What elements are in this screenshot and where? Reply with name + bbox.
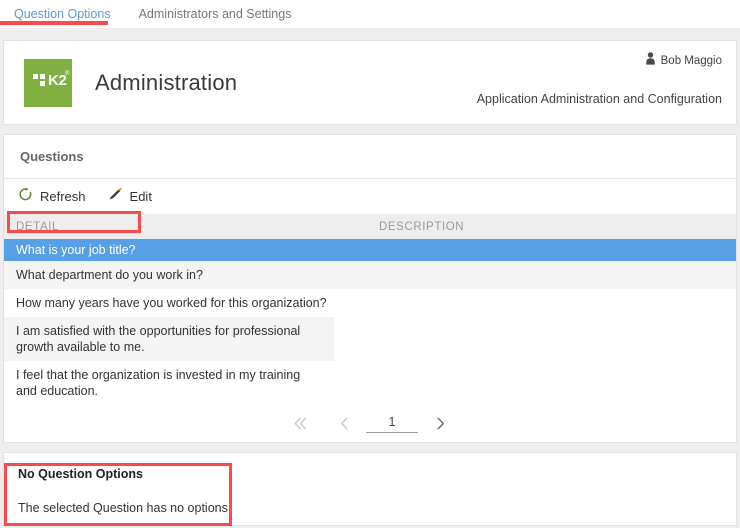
table-row[interactable]: What is your job title? [4, 239, 736, 261]
pagination-page-number[interactable]: 1 [366, 415, 418, 433]
row-detail-text: How many years have you worked for this … [16, 296, 327, 310]
app-header: K2 ® Administration Bob Maggio Applicati… [3, 40, 737, 125]
k2-logo-trademark: ® [65, 70, 70, 77]
page-title: Administration [95, 69, 238, 95]
refresh-button[interactable]: Refresh [18, 186, 86, 207]
table-header-row: DETAIL DESCRIPTION [4, 214, 736, 239]
panel-gap-1 [0, 125, 740, 134]
no-options-title: No Question Options [18, 467, 143, 481]
table-row[interactable]: I feel that the organization is invested… [4, 361, 334, 405]
chevron-right-icon [436, 417, 444, 430]
edit-button[interactable]: Edit [108, 187, 152, 207]
chevron-double-left-icon [294, 417, 306, 430]
user-avatar-icon [645, 51, 656, 70]
no-options-message: The selected Question has no options. [18, 501, 232, 515]
edit-label: Edit [129, 189, 152, 204]
column-header-description[interactable]: DESCRIPTION [379, 221, 464, 233]
annotation-underline-question-options [0, 21, 108, 25]
questions-panel: Questions Refresh Edit DETAIL DESCRIPTIO… [3, 134, 737, 443]
k2-logo-icon: K2 ® [24, 58, 72, 107]
questions-toolbar: Refresh Edit [4, 179, 736, 214]
questions-table-body: What is your job title? What department … [4, 239, 736, 405]
table-row[interactable]: How many years have you worked for this … [4, 289, 736, 317]
panel-gap-2 [0, 443, 740, 452]
header-right-block: Bob Maggio Application Administration an… [477, 41, 722, 124]
tab-question-options-label: Question Options [14, 7, 111, 21]
pagination-first-button[interactable] [278, 409, 322, 439]
user-name-label: Bob Maggio [660, 54, 722, 67]
table-row[interactable]: What department do you work in? [4, 261, 736, 289]
pagination-prev-button[interactable] [322, 409, 366, 439]
row-detail-text: What is your job title? [16, 243, 136, 257]
table-row[interactable]: I am satisfied with the opportunities fo… [4, 317, 334, 361]
tab-administrators-and-settings-label: Administrators and Settings [138, 7, 292, 21]
pagination: 1 [4, 405, 736, 442]
pencil-icon [108, 187, 123, 207]
row-detail-text: I am satisfied with the opportunities fo… [16, 324, 301, 354]
k2-logo-squares [33, 73, 46, 87]
question-options-panel: No Question Options The selected Questio… [3, 452, 737, 526]
header-subtitle: Application Administration and Configura… [476, 91, 722, 106]
user-info[interactable]: Bob Maggio [645, 51, 722, 70]
refresh-icon [18, 186, 33, 207]
refresh-label: Refresh [40, 189, 86, 204]
column-header-detail[interactable]: DETAIL [4, 221, 379, 233]
tab-bar: Question Options Administrators and Sett… [0, 0, 740, 28]
row-detail-text: What department do you work in? [16, 268, 203, 282]
k2-logo-text: K2 [48, 71, 67, 89]
tab-administrators-and-settings[interactable]: Administrators and Settings [125, 5, 306, 23]
row-detail-text: I feel that the organization is invested… [16, 368, 301, 398]
chevron-left-icon [340, 417, 348, 430]
tab-bar-spacer [0, 28, 740, 40]
pagination-next-button[interactable] [418, 409, 462, 439]
questions-panel-header: Questions [4, 135, 736, 179]
questions-panel-title: Questions [20, 149, 84, 164]
